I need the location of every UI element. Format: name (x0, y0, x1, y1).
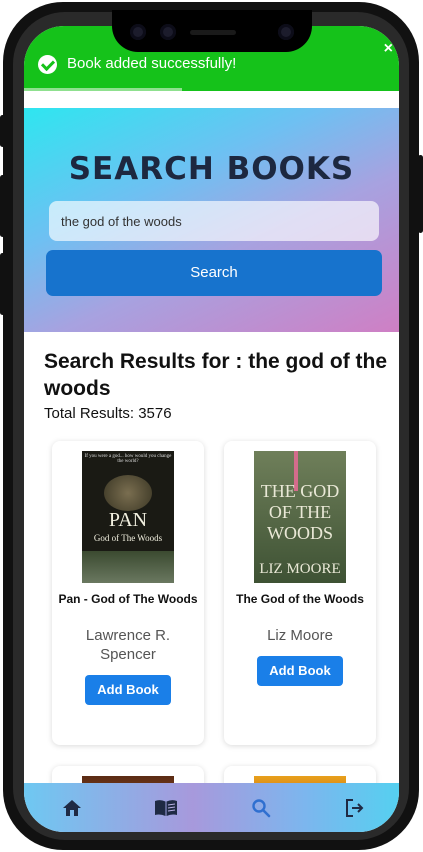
check-circle-icon (38, 55, 57, 74)
book-card: THE GOD OF THE WOODS LIZ MOORE The God o… (224, 441, 376, 745)
power-button (418, 155, 423, 233)
app-screen: Book added successfully! × SEARCH BOOKS … (24, 26, 399, 832)
book-card: If you were a god... how would you chang… (52, 441, 204, 745)
sensor-icon (160, 24, 176, 40)
volume-up-button (0, 175, 5, 237)
search-icon (252, 799, 271, 818)
front-camera-icon (278, 24, 294, 40)
add-book-button[interactable]: Add Book (257, 656, 343, 686)
book-title: The God of the Woods (236, 592, 364, 606)
volume-down-button (0, 253, 5, 315)
toast-progress-bar (24, 88, 182, 91)
logout-icon (346, 799, 364, 817)
results-heading: Search Results for : the god of the wood… (44, 350, 388, 400)
book-cover: THE GOD OF THE WOODS LIZ MOORE (254, 451, 346, 583)
bottom-nav (24, 783, 399, 832)
add-book-button[interactable]: Add Book (85, 675, 171, 705)
search-hero: SEARCH BOOKS Search (24, 108, 399, 332)
nav-search[interactable] (248, 795, 274, 821)
page-title: SEARCH BOOKS (68, 151, 355, 187)
nav-library[interactable] (153, 795, 179, 821)
nav-logout[interactable] (342, 795, 368, 821)
nav-home[interactable] (59, 795, 85, 821)
book-title: Pan - God of The Woods (58, 592, 198, 606)
book-cover: If you were a god... how would you chang… (82, 451, 174, 583)
mute-switch (0, 115, 5, 147)
home-icon (63, 800, 81, 816)
toast-close-button[interactable]: × (384, 40, 393, 58)
search-button[interactable]: Search (46, 250, 382, 296)
toast-message: Book added successfully! (67, 55, 237, 72)
speaker-grille (190, 30, 236, 35)
search-input[interactable] (49, 201, 379, 241)
book-icon (155, 800, 177, 816)
camera-icon (130, 24, 146, 40)
book-author: Liz Moore (267, 627, 333, 644)
book-author: Lawrence R. Spencer (85, 627, 171, 663)
camera-notch (112, 10, 312, 52)
results-total: Total Results: 3576 (44, 405, 172, 422)
